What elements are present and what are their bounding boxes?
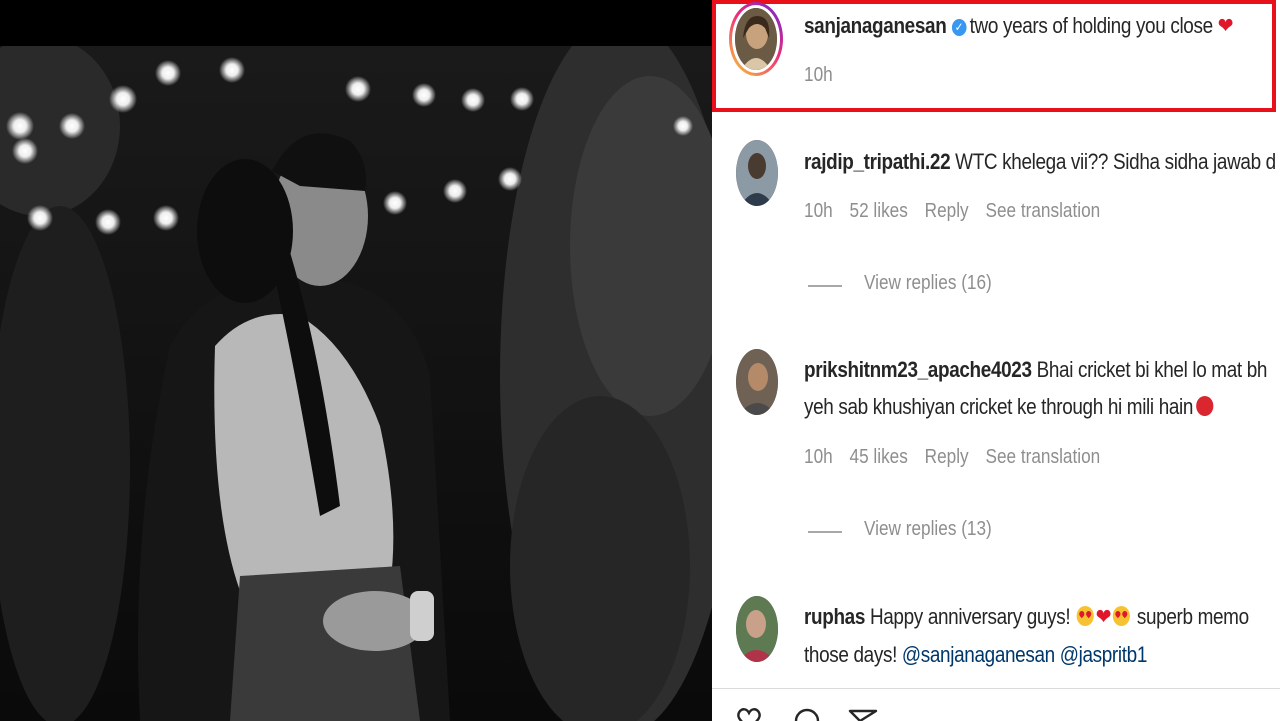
caption-meta: 10h: [804, 64, 845, 87]
reply-button[interactable]: Reply: [925, 200, 969, 222]
comment-avatar[interactable]: [736, 140, 778, 206]
comment-line-2: yeh sab khushiyan cricket ke through hi …: [804, 394, 1214, 420]
post-photo-pane: [0, 0, 712, 721]
comment-meta: 10h 52 likes Reply See translation: [804, 200, 1112, 223]
comment-text-after: superb memo: [1136, 604, 1249, 629]
comment-text: Happy anniversary guys!: [869, 604, 1071, 629]
heart-eyes-emoji-icon: [1113, 606, 1131, 626]
replies-dash: [808, 531, 842, 533]
comment-bubble-icon[interactable]: [792, 708, 822, 721]
comment-line: ruphas Happy anniversary guys! ❤ superb …: [804, 604, 1249, 630]
comment-time: 10h: [804, 446, 833, 468]
verified-badge-icon: ✓: [951, 19, 967, 36]
see-translation-link[interactable]: See translation: [985, 446, 1100, 468]
comment-avatar[interactable]: [736, 349, 778, 415]
comments-pane: sanjanaganesan ✓ two years of holding you …: [712, 0, 1280, 721]
author-avatar-story-ring[interactable]: [729, 2, 783, 76]
caption-text: two years of holding you close: [969, 13, 1213, 38]
caption-username[interactable]: sanjanaganesan: [804, 13, 947, 38]
mention-link[interactable]: @jaspritb1: [1060, 642, 1148, 667]
mention-link[interactable]: @sanjanaganesan: [902, 642, 1055, 667]
see-translation-link[interactable]: See translation: [985, 200, 1100, 222]
photo-top-bar: [0, 0, 712, 46]
comment-line: prikshitnm23_apache4023 Bhai cricket bi …: [804, 357, 1267, 383]
view-replies-button[interactable]: View replies (13): [864, 518, 992, 541]
caption-time: 10h: [804, 64, 833, 86]
post-photo: [0, 46, 712, 721]
reply-button[interactable]: Reply: [925, 446, 969, 468]
comment-line-2: those days! @sanjanaganesan @jaspritb1: [804, 642, 1147, 668]
heart-eyes-emoji-icon: [1076, 606, 1095, 626]
comment-text: WTC khelega vii?? Sidha sidha jawab d: [955, 149, 1276, 174]
comment-likes[interactable]: 52 likes: [850, 200, 908, 222]
comment-username[interactable]: prikshitnm23_apache4023: [804, 357, 1032, 382]
view-replies-button[interactable]: View replies (16): [864, 272, 992, 295]
comment-likes[interactable]: 45 likes: [850, 446, 908, 468]
share-icon[interactable]: [848, 708, 878, 721]
comment-text-continued: yeh sab khushiyan cricket ke through hi …: [804, 394, 1194, 419]
heart-emoji-icon: ❤: [1095, 604, 1112, 629]
actions-divider: [712, 688, 1280, 689]
caption-line: sanjanaganesan ✓ two years of holding you …: [804, 13, 1234, 39]
like-heart-icon[interactable]: [734, 708, 764, 721]
comment-username[interactable]: ruphas: [804, 604, 865, 629]
comment-meta: 10h 45 likes Reply See translation: [804, 446, 1112, 469]
comment-username[interactable]: rajdip_tripathi.22: [804, 149, 951, 174]
comment-text-continued: those days!: [804, 642, 897, 667]
comment-avatar[interactable]: [736, 596, 778, 662]
comment-line: rajdip_tripathi.22 WTC khelega vii?? Sid…: [804, 149, 1276, 175]
comment-text: Bhai cricket bi khel lo mat bh: [1036, 357, 1268, 382]
replies-dash: [808, 285, 842, 287]
heart-emoji-icon: ❤: [1217, 13, 1234, 38]
angry-emoji-icon: [1196, 396, 1214, 416]
comment-time: 10h: [804, 200, 833, 222]
author-avatar: [735, 8, 777, 70]
